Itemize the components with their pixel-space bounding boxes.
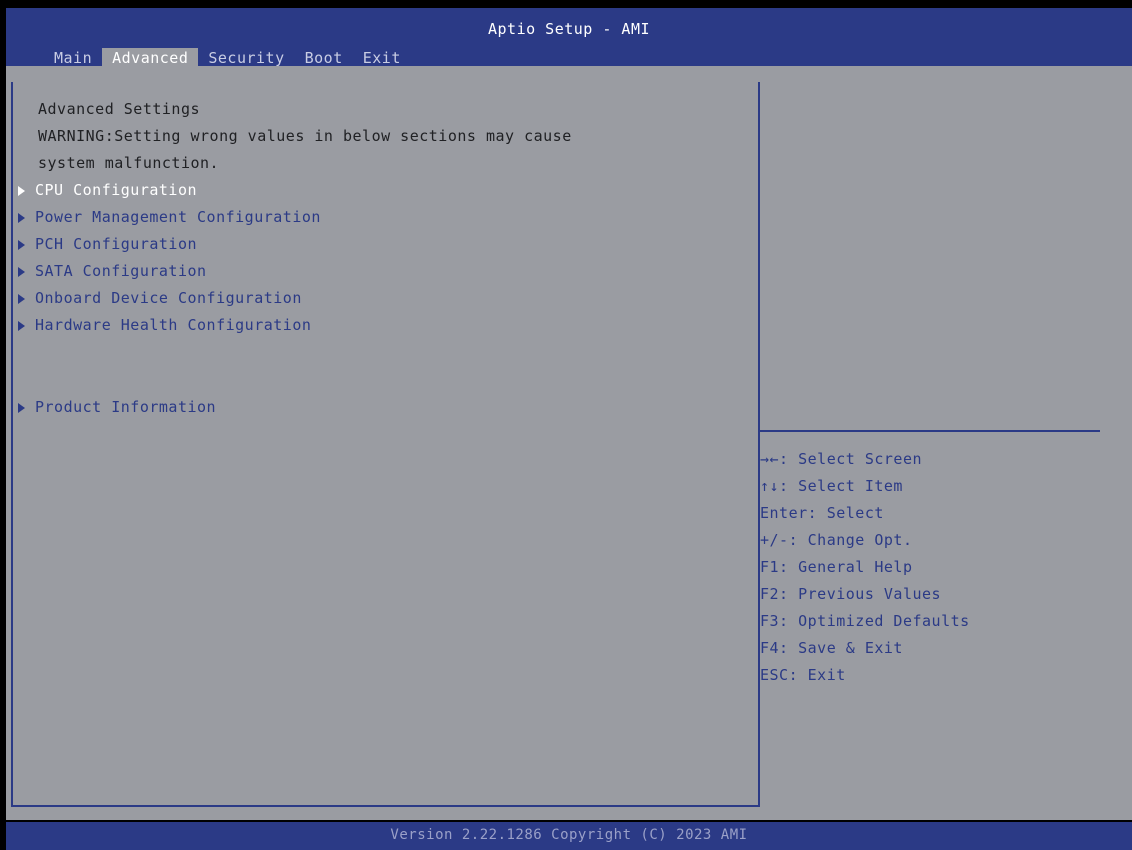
tab-advanced[interactable]: Advanced bbox=[102, 48, 199, 68]
menu-item-label: Hardware Health Configuration bbox=[35, 316, 312, 334]
help-select-item: ↑↓: Select Item bbox=[760, 477, 903, 495]
menu-spacer bbox=[18, 339, 748, 394]
submenu-arrow-icon bbox=[18, 402, 25, 413]
tab-bar: Main Advanced Security Boot Exit bbox=[44, 48, 411, 68]
vertical-divider bbox=[758, 82, 760, 807]
menu-item-label: Onboard Device Configuration bbox=[35, 289, 302, 307]
submenu-arrow-icon bbox=[18, 185, 25, 196]
tab-security[interactable]: Security bbox=[198, 48, 294, 68]
tab-exit[interactable]: Exit bbox=[353, 48, 411, 68]
menu-item-label: SATA Configuration bbox=[35, 262, 207, 280]
help-previous-values: F2: Previous Values bbox=[760, 585, 942, 603]
settings-list: Advanced Settings WARNING:Setting wrong … bbox=[18, 96, 748, 421]
help-enter-select: Enter: Select bbox=[760, 504, 884, 522]
help-divider bbox=[760, 430, 1100, 432]
menu-item-product-information[interactable]: Product Information bbox=[18, 394, 748, 421]
bottom-bar: Version 2.22.1286 Copyright (C) 2023 AMI bbox=[6, 822, 1132, 850]
top-bar: Aptio Setup - AMI Main Advanced Security… bbox=[6, 8, 1132, 68]
help-select-screen: →←: Select Screen bbox=[760, 450, 923, 468]
submenu-arrow-icon bbox=[18, 293, 25, 304]
help-esc-exit: ESC: Exit bbox=[760, 666, 846, 684]
help-save-exit: F4: Save & Exit bbox=[760, 639, 903, 657]
menu-item-sata-configuration[interactable]: SATA Configuration bbox=[18, 258, 748, 285]
setup-title: Aptio Setup - AMI bbox=[487, 20, 651, 38]
main-panel: Advanced Settings WARNING:Setting wrong … bbox=[6, 66, 1132, 820]
submenu-arrow-icon bbox=[18, 239, 25, 250]
key-help-panel: →←: Select Screen ↑↓: Select Item Enter:… bbox=[760, 446, 1100, 689]
submenu-arrow-icon bbox=[18, 266, 25, 277]
menu-item-label: Product Information bbox=[35, 398, 217, 416]
help-change-opt: +/-: Change Opt. bbox=[760, 531, 913, 549]
menu-item-cpu-configuration[interactable]: CPU Configuration bbox=[18, 177, 748, 204]
menu-item-pch-configuration[interactable]: PCH Configuration bbox=[18, 231, 748, 258]
page-heading: Advanced Settings bbox=[38, 100, 201, 118]
version-text: Version 2.22.1286 Copyright (C) 2023 AMI bbox=[390, 827, 748, 843]
menu-item-label: CPU Configuration bbox=[35, 181, 198, 199]
warning-text-line1: WARNING:Setting wrong values in below se… bbox=[38, 127, 572, 145]
menu-item-onboard-device-configuration[interactable]: Onboard Device Configuration bbox=[18, 285, 748, 312]
submenu-arrow-icon bbox=[18, 212, 25, 223]
warning-text-line2: system malfunction. bbox=[38, 154, 220, 172]
help-general-help: F1: General Help bbox=[760, 558, 913, 576]
menu-item-label: Power Management Configuration bbox=[35, 208, 321, 226]
help-optimized-defaults: F3: Optimized Defaults bbox=[760, 612, 970, 630]
tab-boot[interactable]: Boot bbox=[295, 48, 353, 68]
menu-item-hardware-health-configuration[interactable]: Hardware Health Configuration bbox=[18, 312, 748, 339]
menu-item-label: PCH Configuration bbox=[35, 235, 198, 253]
submenu-arrow-icon bbox=[18, 320, 25, 331]
tab-main[interactable]: Main bbox=[44, 48, 102, 68]
menu-item-power-management-configuration[interactable]: Power Management Configuration bbox=[18, 204, 748, 231]
